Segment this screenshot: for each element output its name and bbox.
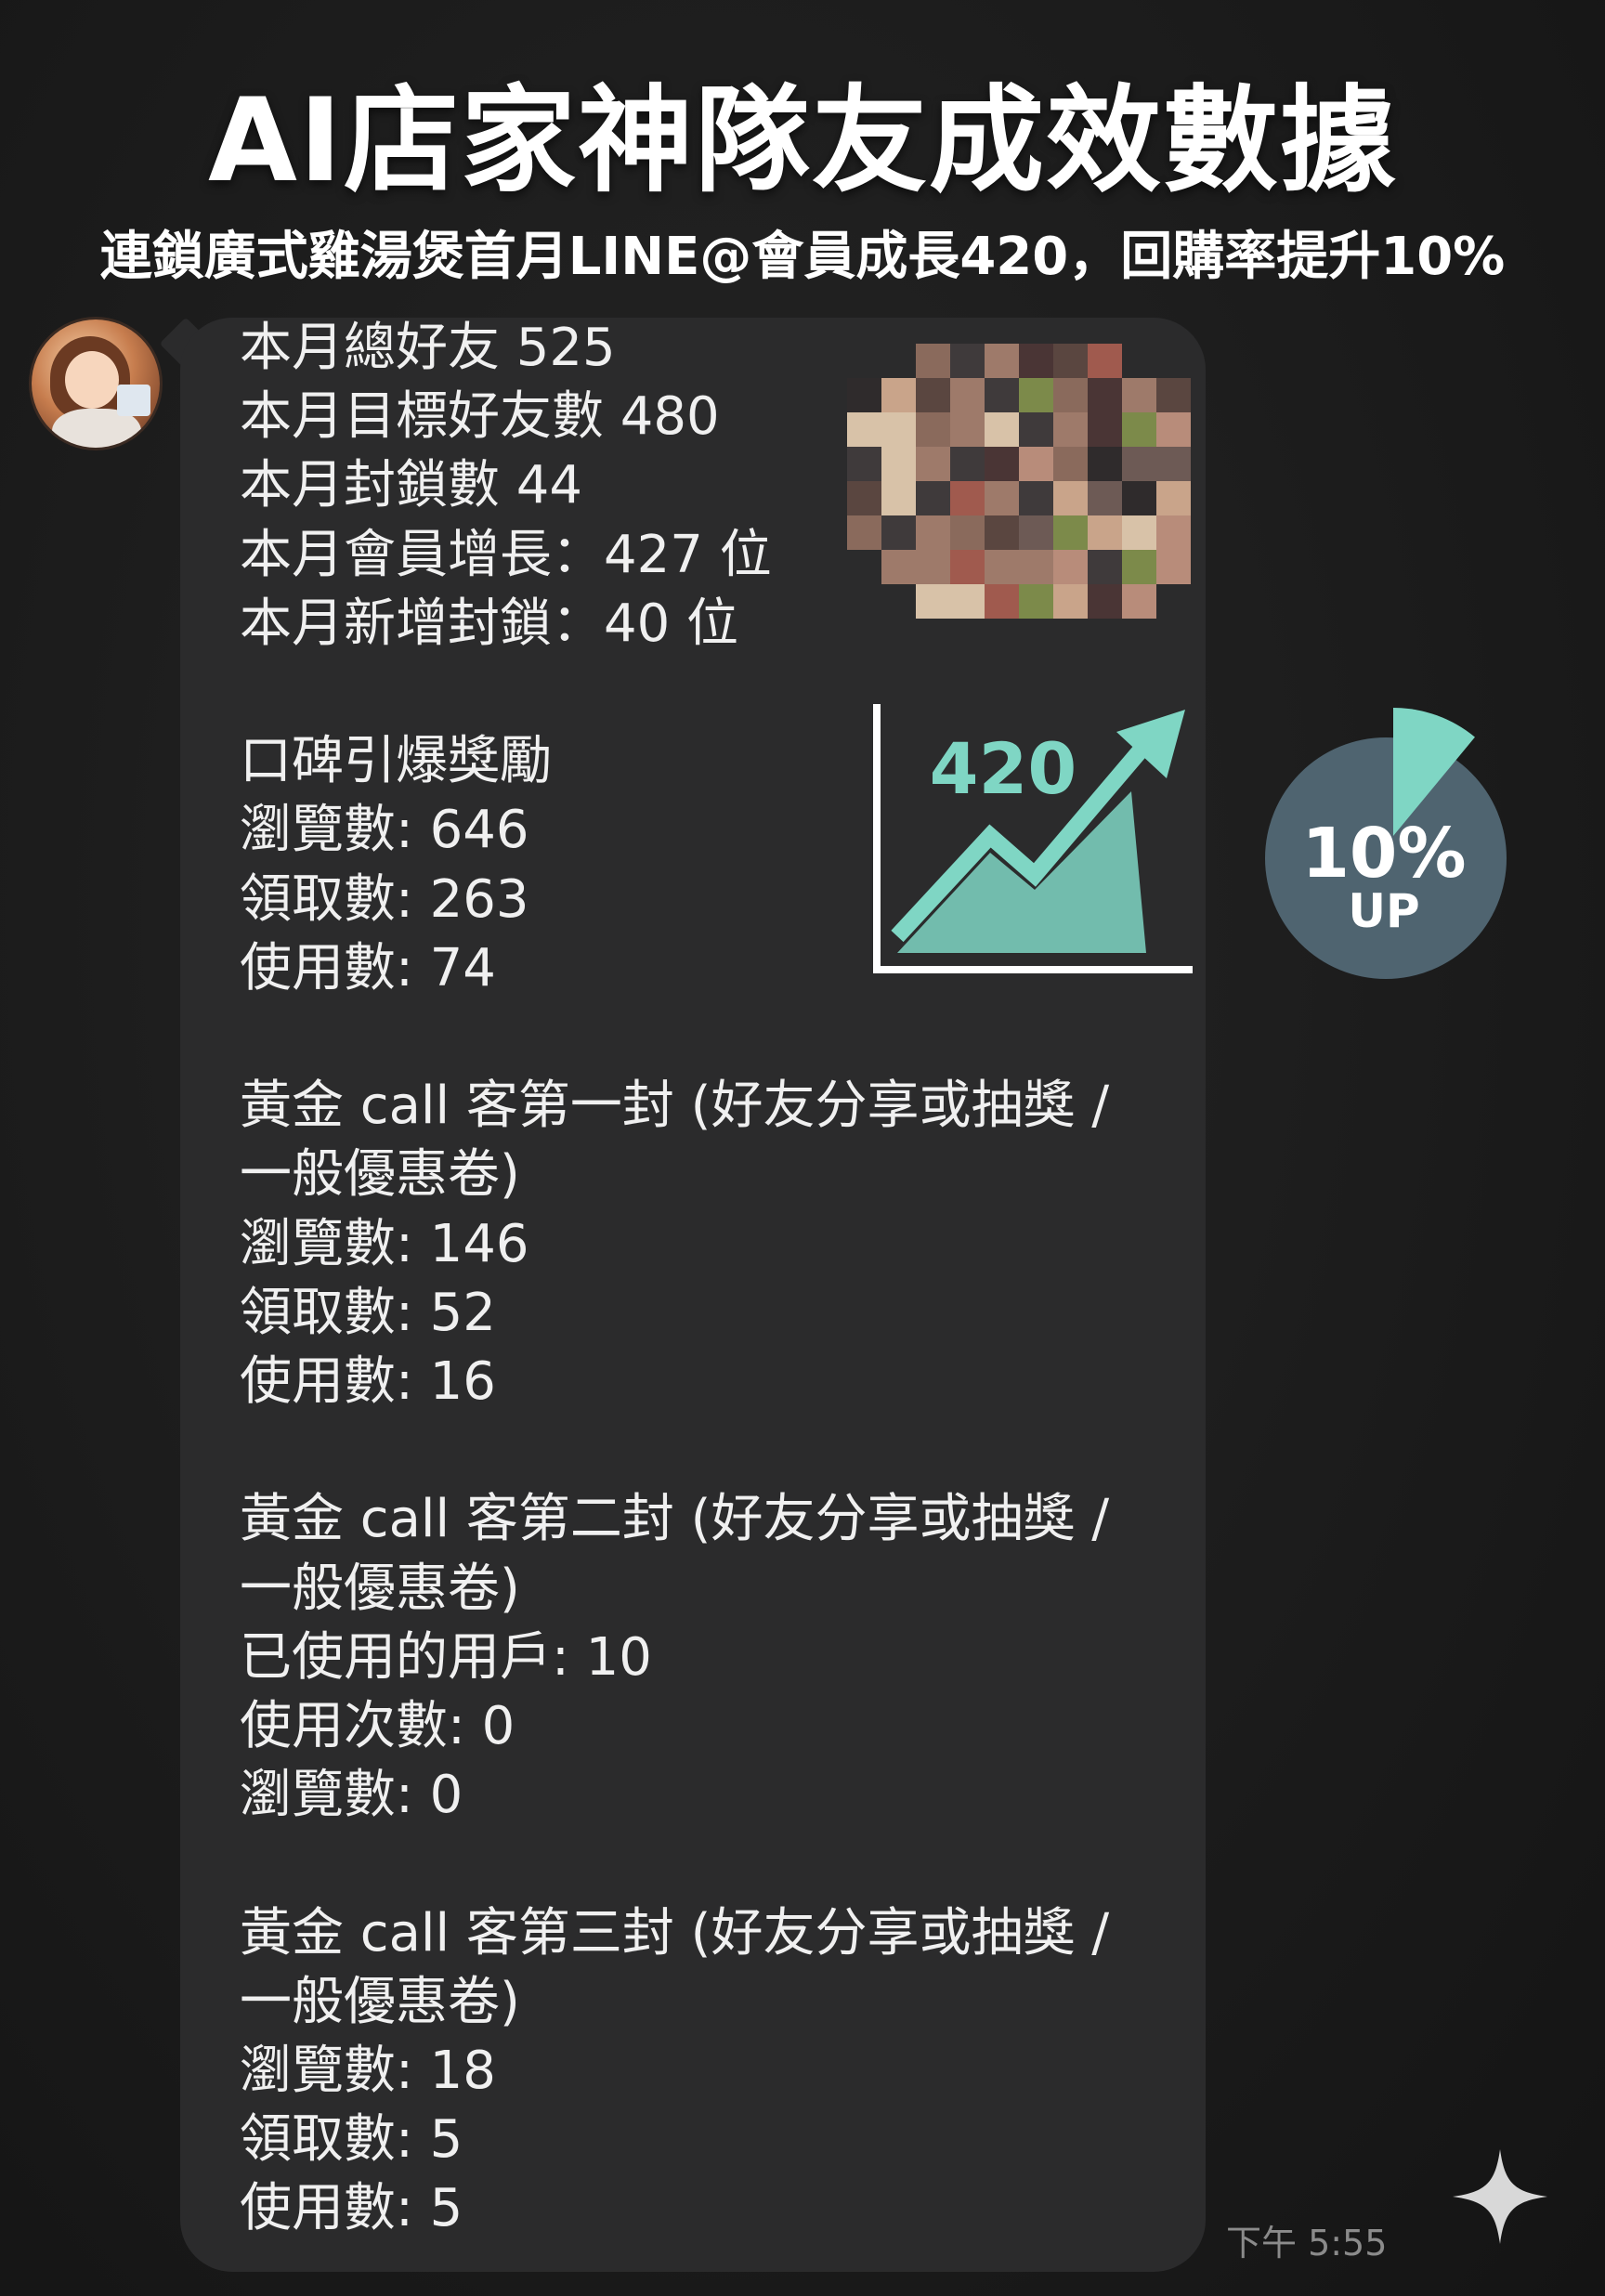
growth-chart-icon: 420 [873,704,1193,973]
mosaic-tile [1019,344,1053,378]
mosaic-tile [916,378,950,412]
mosaic-tile [950,584,985,619]
mosaic-tile [847,447,881,481]
mosaic-tile [916,584,950,619]
mosaic-tile [881,412,916,447]
mosaic-tile [1156,447,1191,481]
mosaic-tile [1053,412,1088,447]
sparkle-icon[interactable] [1449,2146,1551,2248]
page-title: AI店家神隊友成效數據 [207,74,1398,208]
mosaic-tile [1088,481,1122,515]
mosaic-tile [881,378,916,412]
mosaic-tile [1088,515,1122,550]
mosaic-tile [1019,481,1053,515]
mosaic-tile [1053,515,1088,550]
mosaic-tile [881,550,916,584]
mosaic-tile [985,344,1019,378]
percent-label: 10% [1301,814,1466,894]
mosaic-tile [1053,584,1088,619]
mosaic-tile [1019,550,1053,584]
mosaic-tile [950,550,985,584]
mosaic-tile [1019,515,1053,550]
mosaic-tile [1088,447,1122,481]
mosaic-tile [1122,481,1156,515]
mosaic-tile [950,447,985,481]
mosaic-tile [1122,584,1156,619]
mosaic-tile [1088,412,1122,447]
mosaic-tile [881,481,916,515]
mosaic-tile [985,378,1019,412]
growth-value-label: 420 [930,727,1077,810]
mosaic-tile [950,515,985,550]
mosaic-tile [1122,447,1156,481]
mosaic-tile [1088,550,1122,584]
mosaic-tile [1019,447,1053,481]
mosaic-tile [1088,344,1122,378]
mosaic-tile [916,412,950,447]
mosaic-tile [1122,378,1156,412]
mosaic-tile [916,481,950,515]
mosaic-tile [950,481,985,515]
up-label: UP [1348,884,1419,938]
mosaic-tile [847,412,881,447]
mosaic-tile [847,378,881,412]
mosaic-tile [1156,412,1191,447]
mosaic-tile [1156,378,1191,412]
mosaic-tile [1019,378,1053,412]
message-timestamp: 下午 5:55 [1226,2223,1388,2263]
mosaic-tile [950,344,985,378]
mosaic-tile [847,481,881,515]
mosaic-tile [916,447,950,481]
mosaic-tile [1053,550,1088,584]
mosaic-tile [1156,481,1191,515]
mosaic-tile [1122,550,1156,584]
mosaic-tile [985,550,1019,584]
mosaic-tile [881,447,916,481]
mosaic-tile [985,584,1019,619]
mosaic-tile [985,412,1019,447]
avatar-icon[interactable] [32,320,160,448]
mosaic-tile [1053,481,1088,515]
page-subtitle: 連鎖廣式雞湯煲首月LINE@會員成長420，回購率提升10% [99,227,1506,287]
mosaic-tile [1053,378,1088,412]
mosaic-tile [881,515,916,550]
repurchase-pie-icon: 10% UP [1265,708,1507,979]
mosaic-tile [1019,584,1053,619]
mosaic-tile [1122,515,1156,550]
mosaic-tile [985,447,1019,481]
mosaic-tile [950,412,985,447]
mosaic-tile [1088,378,1122,412]
mosaic-tile [916,515,950,550]
mosaic-tile [985,481,1019,515]
mosaic-tile [1122,412,1156,447]
mosaic-tile [1088,584,1122,619]
mosaic-tile [985,515,1019,550]
blurred-food-image[interactable] [847,344,1191,622]
mosaic-tile [1156,550,1191,584]
mosaic-tile [1053,344,1088,378]
mosaic-tile [847,515,881,550]
mosaic-tile [950,378,985,412]
mosaic-tile [1019,412,1053,447]
mosaic-tile [1053,447,1088,481]
mosaic-tile [1156,515,1191,550]
mosaic-tile [916,344,950,378]
mosaic-tile [916,550,950,584]
